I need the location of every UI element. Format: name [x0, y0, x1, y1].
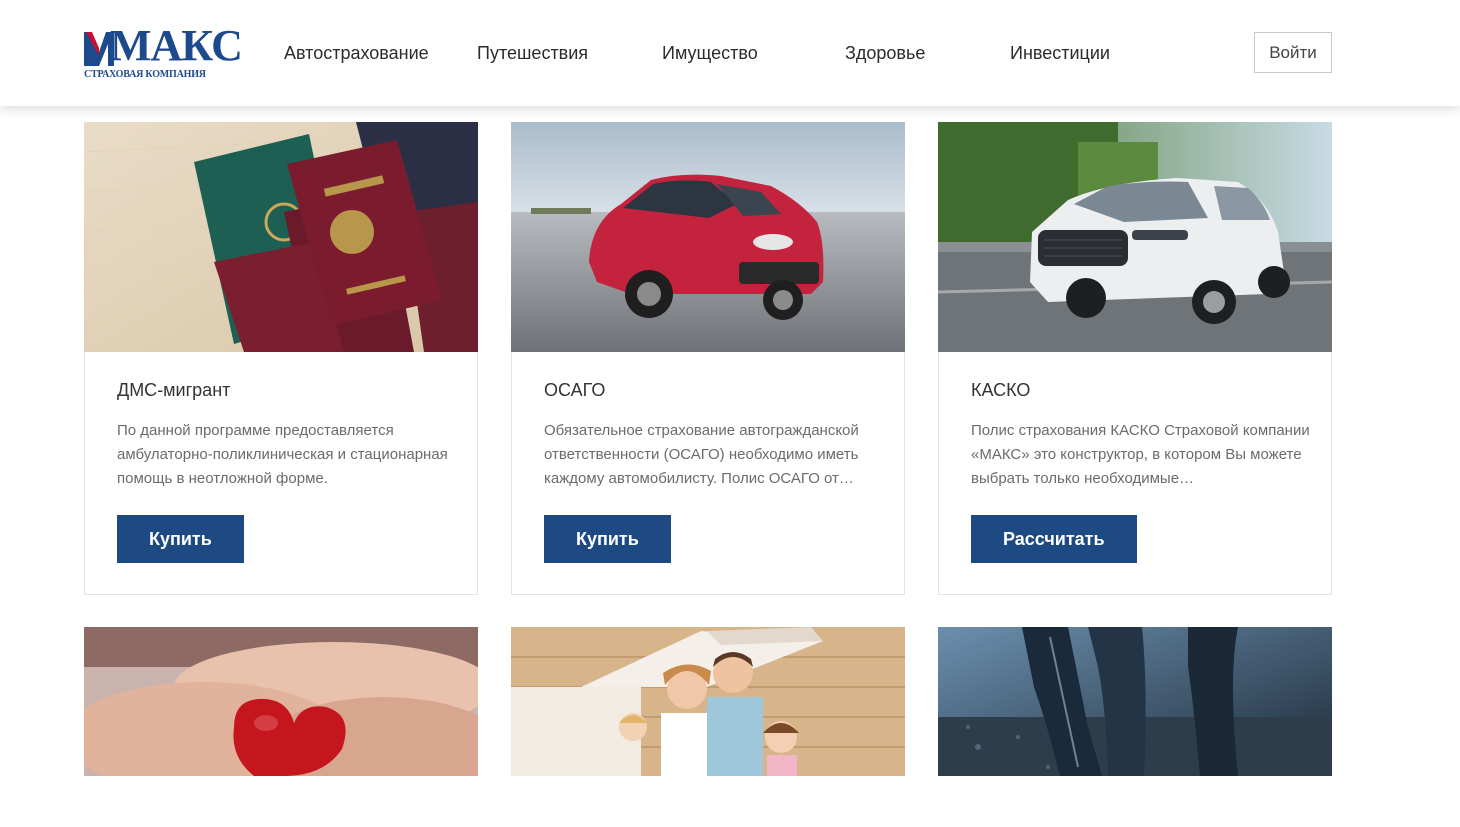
- buy-button[interactable]: Купить: [117, 515, 244, 563]
- login-button[interactable]: Войти: [1254, 32, 1332, 73]
- card-image-red-car: [511, 122, 905, 352]
- logo-wordmark: МАКС: [110, 21, 243, 70]
- card-title: КАСКО: [971, 380, 1031, 400]
- card-description: Обязательное страхование автогражданской…: [544, 422, 859, 487]
- nav-item-property[interactable]: Имущество: [662, 42, 758, 64]
- nav-item-auto[interactable]: Автострахование: [284, 42, 429, 64]
- card-image-passports: [84, 122, 478, 352]
- logo-subtitle: СТРАХОВАЯ КОМПАНИЯ: [84, 69, 206, 80]
- card-image-family-house: [511, 627, 905, 776]
- product-card-investments: [938, 627, 1332, 827]
- site-header: МАКС СТРАХОВАЯ КОМПАНИЯ Автострахование …: [0, 0, 1460, 106]
- product-card-property: [511, 627, 905, 827]
- maks-logo[interactable]: МАКС СТРАХОВАЯ КОМПАНИЯ: [84, 22, 243, 82]
- card-image-runner-legs: [938, 627, 1332, 776]
- product-card-dms-migrant: ДМС-мигрант По данной программе предоста…: [84, 122, 478, 595]
- nav-item-health[interactable]: Здоровье: [845, 42, 925, 64]
- card-title: ОСАГО: [544, 380, 606, 400]
- card-description: Полис страхования КАСКО Страховой компан…: [971, 422, 1310, 487]
- product-card-health: [84, 627, 478, 827]
- product-card-kasko: КАСКО Полис страхования КАСКО Страховой …: [938, 122, 1332, 595]
- calculate-button[interactable]: Рассчитать: [971, 515, 1137, 563]
- card-image-hands-heart: [84, 627, 478, 776]
- nav-item-investments[interactable]: Инвестиции: [1010, 42, 1110, 64]
- card-title: ДМС-мигрант: [117, 380, 231, 400]
- card-description: По данной программе предоставляется амбу…: [117, 422, 448, 487]
- nav-item-travel[interactable]: Путешествия: [477, 42, 588, 64]
- card-image-white-suv: [938, 122, 1332, 352]
- product-card-osago: ОСАГО Обязательное страхование автогражд…: [511, 122, 905, 595]
- buy-button[interactable]: Купить: [544, 515, 671, 563]
